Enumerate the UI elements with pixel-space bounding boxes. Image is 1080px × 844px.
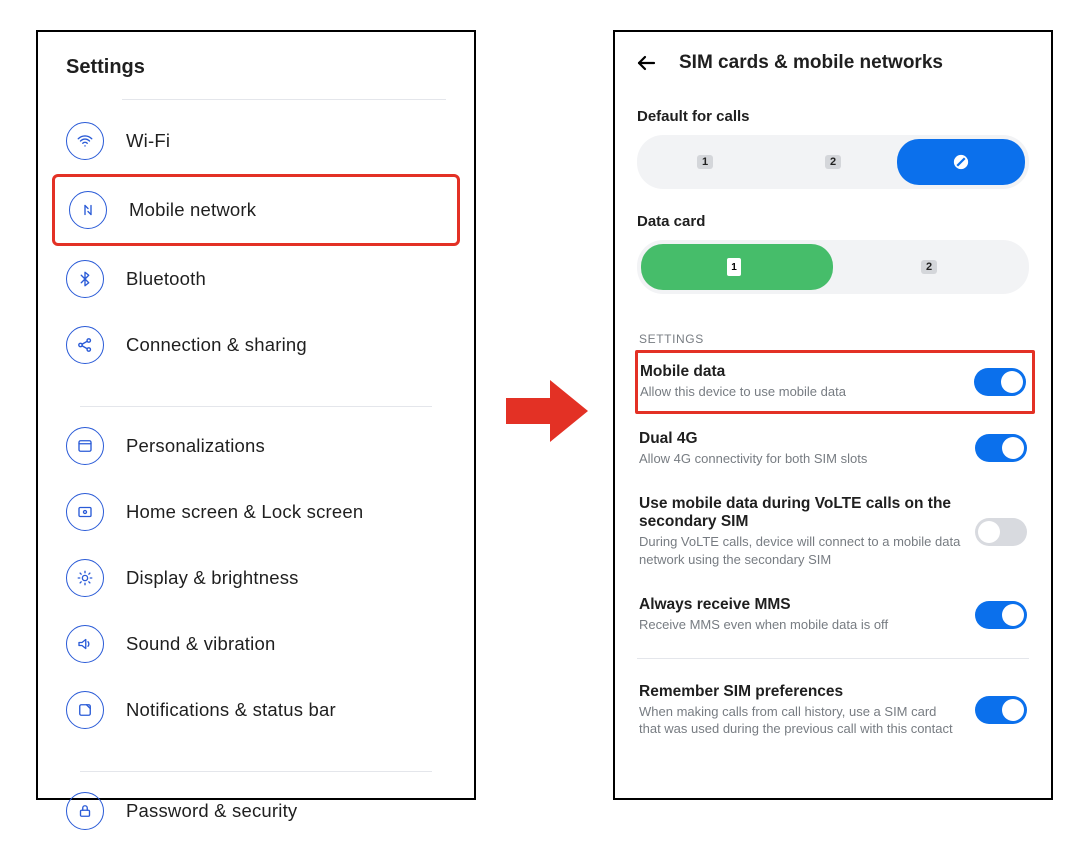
settings-section: SETTINGS Mobile data Allow this device t…: [615, 294, 1051, 752]
page-title: Settings: [38, 32, 474, 99]
default-calls-opt-2[interactable]: 2: [769, 139, 897, 185]
settings-screen: Settings Wi-Fi Mobile network Bluetooth: [36, 30, 476, 800]
settings-item-mobile-network[interactable]: Mobile network: [52, 174, 460, 246]
sim-card-icon: 1: [727, 258, 741, 276]
volte-toggle[interactable]: [975, 518, 1027, 546]
sound-icon: [66, 625, 104, 663]
settings-list: Wi-Fi Mobile network Bluetooth Connectio…: [38, 108, 474, 844]
divider: [637, 658, 1029, 659]
settings-item-personalizations[interactable]: Personalizations: [52, 413, 460, 479]
bluetooth-label: Bluetooth: [126, 268, 206, 290]
home-lock-icon: [66, 493, 104, 531]
notifications-icon: [66, 691, 104, 729]
dual-4g-sub: Allow 4G connectivity for both SIM slots: [639, 450, 961, 468]
dual-4g-title: Dual 4G: [639, 430, 961, 448]
settings-item-notifications[interactable]: Notifications & status bar: [52, 677, 460, 743]
wifi-label: Wi-Fi: [126, 130, 170, 152]
sim-pref-sub: When making calls from call history, use…: [639, 703, 961, 738]
data-card-block: Data card 1 2: [615, 189, 1051, 294]
divider: [122, 99, 446, 100]
back-button[interactable]: [633, 50, 659, 76]
mobile-data-toggle[interactable]: [974, 368, 1026, 396]
default-calls-opt-1[interactable]: 1: [641, 139, 769, 185]
mms-title: Always receive MMS: [639, 596, 961, 614]
volte-title: Use mobile data during VoLTE calls on th…: [639, 495, 961, 531]
settings-item-display[interactable]: Display & brightness: [52, 545, 460, 611]
settings-item-connection-sharing[interactable]: Connection & sharing: [52, 312, 460, 378]
gap: [52, 378, 460, 400]
gap: [52, 743, 460, 765]
mms-sub: Receive MMS even when mobile data is off: [639, 616, 961, 634]
settings-item-bluetooth[interactable]: Bluetooth: [52, 246, 460, 312]
dual-4g-toggle[interactable]: [975, 434, 1027, 462]
section-label: SETTINGS: [639, 332, 1029, 346]
arrow-right-icon: [506, 376, 588, 446]
row-sim-preferences[interactable]: Remember SIM preferences When making cal…: [637, 669, 1029, 752]
home-lock-label: Home screen & Lock screen: [126, 501, 363, 523]
volte-sub: During VoLTE calls, device will connect …: [639, 533, 961, 568]
mobile-data-title: Mobile data: [640, 363, 960, 381]
mms-toggle[interactable]: [975, 601, 1027, 629]
connection-sharing-label: Connection & sharing: [126, 334, 307, 356]
header: SIM cards & mobile networks: [615, 32, 1051, 84]
connection-sharing-icon: [66, 326, 104, 364]
default-calls-block: Default for calls 1 2: [615, 84, 1051, 189]
settings-item-sound[interactable]: Sound & vibration: [52, 611, 460, 677]
settings-item-password-security[interactable]: Password & security: [52, 778, 460, 844]
sim-pref-title: Remember SIM preferences: [639, 683, 961, 701]
sound-label: Sound & vibration: [126, 633, 275, 655]
mobile-network-icon: [69, 191, 107, 229]
lock-icon: [66, 792, 104, 830]
default-calls-selector: 1 2: [637, 135, 1029, 189]
sim-screen: SIM cards & mobile networks Default for …: [613, 30, 1053, 800]
bluetooth-icon: [66, 260, 104, 298]
row-dual-4g[interactable]: Dual 4G Allow 4G connectivity for both S…: [637, 416, 1029, 482]
divider: [80, 406, 432, 407]
wifi-icon: [66, 122, 104, 160]
sim-pref-toggle[interactable]: [975, 696, 1027, 724]
data-card-opt-1[interactable]: 1: [641, 244, 833, 290]
settings-item-home-lock[interactable]: Home screen & Lock screen: [52, 479, 460, 545]
display-label: Display & brightness: [126, 567, 299, 589]
mobile-network-label: Mobile network: [129, 199, 256, 221]
row-mobile-data[interactable]: Mobile data Allow this device to use mob…: [635, 350, 1035, 414]
default-calls-label: Default for calls: [637, 108, 1029, 125]
data-card-selector: 1 2: [637, 240, 1029, 294]
row-mms[interactable]: Always receive MMS Receive MMS even when…: [637, 582, 1029, 648]
default-calls-opt-none[interactable]: [897, 139, 1025, 185]
settings-item-wifi[interactable]: Wi-Fi: [52, 108, 460, 174]
data-card-opt-2[interactable]: 2: [833, 244, 1025, 290]
display-brightness-icon: [66, 559, 104, 597]
mobile-data-sub: Allow this device to use mobile data: [640, 383, 960, 401]
canvas: Settings Wi-Fi Mobile network Bluetooth: [0, 0, 1080, 836]
personalizations-label: Personalizations: [126, 435, 265, 457]
personalizations-icon: [66, 427, 104, 465]
data-card-label: Data card: [637, 213, 1029, 230]
row-volte[interactable]: Use mobile data during VoLTE calls on th…: [637, 481, 1029, 582]
divider: [80, 771, 432, 772]
page-title: SIM cards & mobile networks: [679, 52, 943, 74]
notifications-label: Notifications & status bar: [126, 699, 336, 721]
password-label: Password & security: [126, 800, 297, 822]
